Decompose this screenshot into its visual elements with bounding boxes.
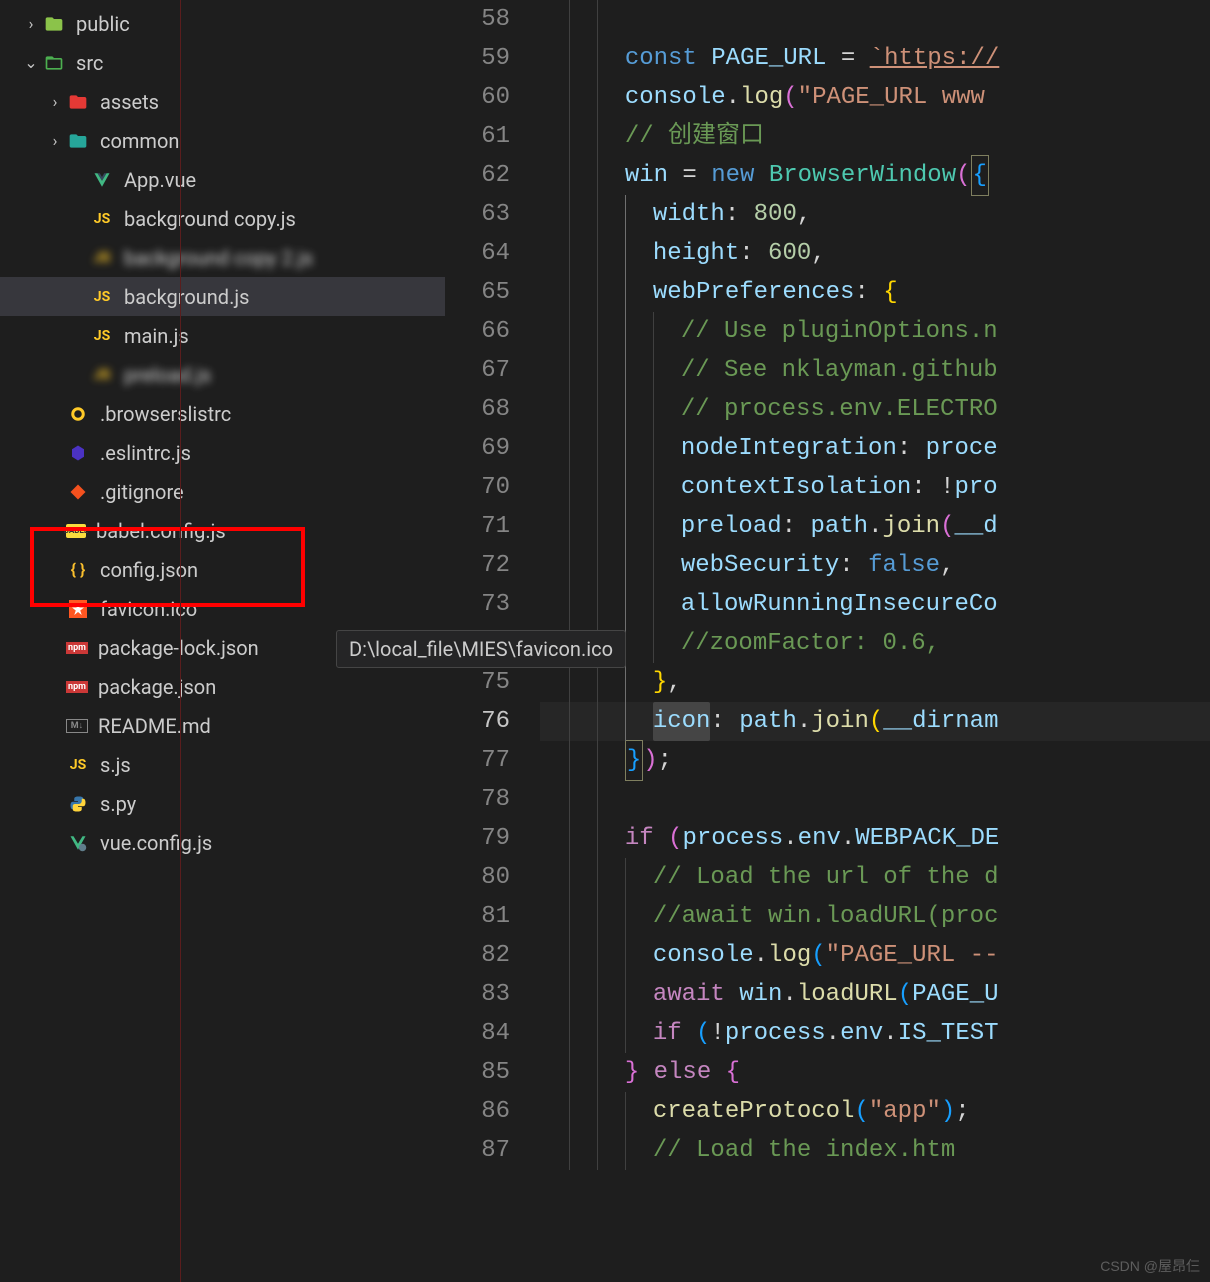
- file-s-py[interactable]: s.py: [0, 784, 445, 823]
- file-label: src: [76, 51, 103, 75]
- python-icon: [66, 792, 90, 816]
- file-label: package-lock.json: [98, 636, 259, 660]
- file-label: README.md: [98, 714, 211, 738]
- git-icon: [66, 480, 90, 504]
- babel-icon: BABEL: [66, 524, 86, 538]
- file-gitignore[interactable]: .gitignore: [0, 472, 445, 511]
- folder-icon: [66, 129, 90, 153]
- file-s-js[interactable]: JS s.js: [0, 745, 445, 784]
- file-preload-js[interactable]: JS preload.js: [0, 355, 445, 394]
- folder-common[interactable]: › common: [0, 121, 445, 160]
- vue-icon: [90, 168, 114, 192]
- file-babel-config[interactable]: BABEL babel.config.js: [0, 511, 445, 550]
- file-label: public: [76, 12, 130, 36]
- chevron-right-icon: ›: [44, 92, 66, 111]
- favicon-icon: [66, 597, 90, 621]
- folder-icon: [42, 12, 66, 36]
- file-label: .browserslistrc: [100, 402, 231, 426]
- file-label: s.js: [100, 753, 131, 777]
- markdown-icon: M↓: [66, 719, 88, 733]
- vue-config-icon: [66, 831, 90, 855]
- chevron-down-icon: ⌄: [20, 53, 42, 72]
- file-label: .gitignore: [100, 480, 184, 504]
- file-main-js[interactable]: JS main.js: [0, 316, 445, 355]
- chevron-right-icon: ›: [20, 14, 42, 33]
- file-label: App.vue: [124, 168, 196, 192]
- file-eslintrc[interactable]: .eslintrc.js: [0, 433, 445, 472]
- js-icon: JS: [90, 363, 114, 387]
- file-label: favicon.ico: [100, 597, 197, 621]
- code-content[interactable]: const PAGE_URL = `https:// console.log("…: [540, 0, 1210, 1282]
- file-background-copy-js[interactable]: JS background copy.js: [0, 199, 445, 238]
- file-package-json[interactable]: npm package.json: [0, 667, 445, 706]
- file-label: .eslintrc.js: [100, 441, 191, 465]
- eslint-icon: [66, 441, 90, 465]
- npm-icon: npm: [66, 681, 88, 693]
- file-label: main.js: [124, 324, 189, 348]
- js-icon: JS: [90, 324, 114, 348]
- watermark: CSDN @屋昂仨: [1100, 1256, 1200, 1276]
- file-config-json[interactable]: { } config.json: [0, 550, 445, 589]
- tooltip: D:\local_file\MIES\favicon.ico: [336, 630, 626, 668]
- file-label: common: [100, 129, 179, 153]
- file-label: vue.config.js: [100, 831, 212, 855]
- chevron-right-icon: ›: [44, 131, 66, 150]
- file-browserslistrc[interactable]: .browserslistrc: [0, 394, 445, 433]
- js-icon: JS: [66, 753, 90, 777]
- folder-src[interactable]: ⌄ src: [0, 43, 445, 82]
- file-label: config.json: [100, 558, 198, 582]
- file-background-js[interactable]: JS background.js: [0, 277, 445, 316]
- js-icon: JS: [90, 285, 114, 309]
- file-blurred[interactable]: JS background copy 2.js: [0, 238, 445, 277]
- file-label: background copy 2.js: [124, 246, 313, 270]
- file-label: assets: [100, 90, 159, 114]
- json-icon: { }: [66, 558, 90, 582]
- browserslist-icon: [66, 402, 90, 426]
- file-label: background.js: [124, 285, 249, 309]
- file-app-vue[interactable]: App.vue: [0, 160, 445, 199]
- file-label: babel.config.js: [96, 519, 226, 543]
- folder-open-icon: [42, 51, 66, 75]
- folder-public[interactable]: › public: [0, 4, 445, 43]
- npm-icon: npm: [66, 642, 88, 654]
- file-label: background copy.js: [124, 207, 296, 231]
- file-readme[interactable]: M↓ README.md: [0, 706, 445, 745]
- file-favicon-ico[interactable]: favicon.ico: [0, 589, 445, 628]
- file-vue-config[interactable]: vue.config.js: [0, 823, 445, 862]
- js-icon: JS: [90, 246, 114, 270]
- file-label: s.py: [100, 792, 136, 816]
- folder-assets[interactable]: › assets: [0, 82, 445, 121]
- file-label: preload.js: [124, 363, 211, 387]
- folder-icon: [66, 90, 90, 114]
- file-label: package.json: [98, 675, 216, 699]
- js-icon: JS: [90, 207, 114, 231]
